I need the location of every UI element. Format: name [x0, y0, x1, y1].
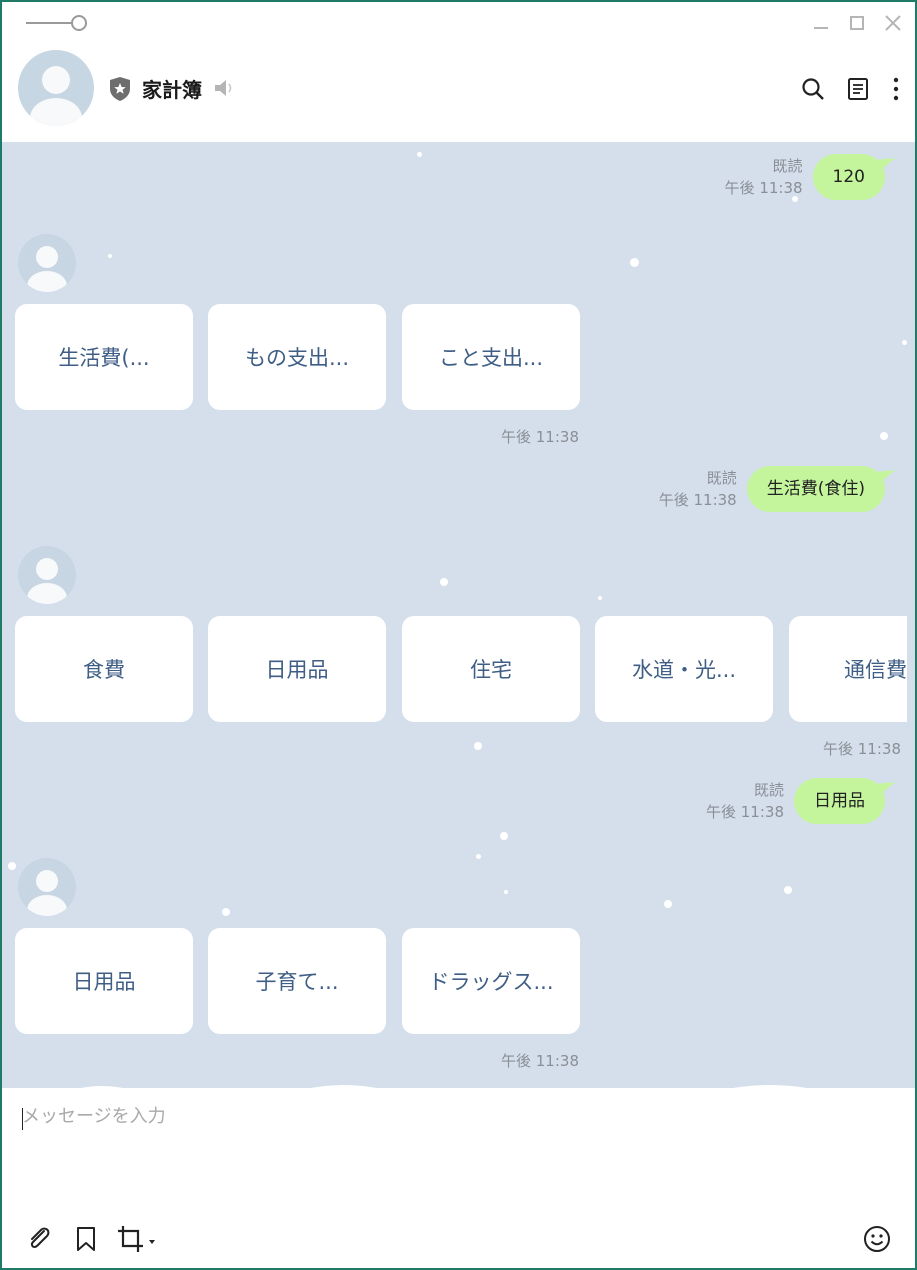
message-time: 午後 11:38	[501, 428, 579, 446]
snow-decoration	[902, 340, 907, 345]
message-text: 120	[832, 167, 865, 187]
card-label: ドラッグス...	[428, 970, 554, 994]
snow-decoration	[476, 854, 481, 859]
user-silhouette-icon	[27, 246, 67, 292]
bubble-tail	[875, 470, 895, 484]
minimize-icon[interactable]	[810, 12, 832, 34]
snow-decoration	[222, 908, 230, 916]
snow-decoration	[784, 886, 792, 894]
bubble-tail	[875, 158, 895, 172]
quick-reply-card[interactable]: 食費	[15, 616, 193, 722]
card-label: こと支出...	[438, 346, 544, 370]
user-silhouette-icon	[27, 870, 67, 916]
user-silhouette-icon	[27, 558, 67, 604]
quick-reply-card[interactable]: 子育て...	[208, 928, 386, 1034]
message-text: 日用品	[814, 791, 865, 811]
message-bubble[interactable]: 生活費(食住)	[746, 466, 895, 512]
quick-reply-card[interactable]: ドラッグス...	[402, 928, 580, 1034]
message-time: 午後 11:38	[658, 491, 737, 509]
chat-header: 家計簿	[2, 42, 915, 142]
message-time: 午後 11:38	[706, 803, 784, 821]
title-bar	[2, 2, 915, 42]
snow-decoration	[474, 742, 482, 750]
message-input[interactable]	[22, 1106, 622, 1127]
card-label: 住宅	[470, 658, 512, 682]
quick-reply-card[interactable]: 住宅	[402, 616, 580, 722]
snow-decoration	[880, 432, 888, 440]
snow-decoration	[440, 578, 448, 586]
quick-reply-card[interactable]: 日用品	[15, 928, 193, 1034]
card-label: 子育て...	[255, 970, 339, 994]
message-meta: 既読 午後 11:38	[706, 779, 784, 823]
quick-reply-card[interactable]: 水道・光...	[595, 616, 773, 722]
quick-reply-card[interactable]: 通信費	[789, 616, 907, 722]
chat-area[interactable]: 既読 午後 11:38 120 生活費(... もの支出... こと支出... …	[2, 142, 915, 1088]
speaker-icon[interactable]	[213, 78, 235, 98]
user-silhouette-icon	[30, 66, 82, 126]
bookmark-icon[interactable]	[71, 1224, 101, 1254]
card-label: 食費	[83, 658, 125, 682]
card-label: 日用品	[265, 658, 329, 682]
message-time: 午後 11:38	[501, 1052, 579, 1070]
message-time: 午後 11:38	[724, 179, 803, 197]
snow-decoration	[500, 832, 508, 840]
outgoing-message: 既読 午後 11:38 120	[725, 154, 895, 200]
quick-reply-card[interactable]: 生活費(...	[15, 304, 193, 410]
paperclip-icon[interactable]	[24, 1224, 54, 1254]
more-options-icon[interactable]	[883, 76, 909, 102]
snow-decoration	[504, 890, 508, 894]
message-time: 午後 11:38	[823, 740, 901, 758]
crop-icon[interactable]	[116, 1224, 160, 1254]
message-meta: 既読 午後 11:38	[659, 467, 737, 511]
message-bubble[interactable]: 120	[812, 154, 895, 200]
outgoing-message: 既読 午後 11:38 生活費(食住)	[659, 466, 895, 512]
message-composer	[2, 1085, 915, 1268]
close-icon[interactable]	[882, 12, 904, 34]
outgoing-message: 既読 午後 11:38 日用品	[706, 778, 895, 824]
card-label: 水道・光...	[631, 658, 737, 682]
maximize-icon[interactable]	[846, 12, 868, 34]
snow-decoration	[108, 254, 112, 258]
notes-icon[interactable]	[845, 76, 871, 102]
snow-decoration	[630, 258, 639, 267]
card-label: 生活費(...	[58, 346, 150, 370]
snow-decoration	[417, 152, 422, 157]
snow-decoration	[8, 862, 16, 870]
shield-star-icon	[110, 77, 130, 101]
message-text: 生活費(食住)	[766, 479, 865, 499]
chat-title: 家計簿	[142, 78, 202, 102]
snow-edge-decoration	[72, 1085, 817, 1090]
read-receipt: 既読	[772, 157, 803, 175]
read-receipt: 既読	[753, 781, 784, 799]
pin-slider-icon[interactable]	[24, 14, 90, 32]
emoji-icon[interactable]	[862, 1224, 892, 1254]
quick-reply-card[interactable]: 日用品	[208, 616, 386, 722]
snow-decoration	[664, 900, 672, 908]
search-icon[interactable]	[800, 76, 826, 102]
card-label: もの支出...	[244, 346, 350, 370]
avatar[interactable]	[18, 50, 94, 126]
card-label: 通信費	[844, 658, 907, 682]
avatar[interactable]	[18, 546, 76, 604]
read-receipt: 既読	[706, 469, 737, 487]
message-bubble[interactable]: 日用品	[794, 778, 895, 824]
snow-decoration	[598, 596, 602, 600]
quick-reply-card[interactable]: こと支出...	[402, 304, 580, 410]
chat-window: 家計簿 既読 午後 11:38 120 生活費(... もの支出... こと支出…	[2, 2, 915, 1268]
message-meta: 既読 午後 11:38	[725, 155, 803, 199]
quick-reply-card[interactable]: もの支出...	[208, 304, 386, 410]
card-label: 日用品	[72, 970, 136, 994]
bubble-tail	[875, 782, 895, 796]
avatar[interactable]	[18, 234, 76, 292]
avatar[interactable]	[18, 858, 76, 916]
